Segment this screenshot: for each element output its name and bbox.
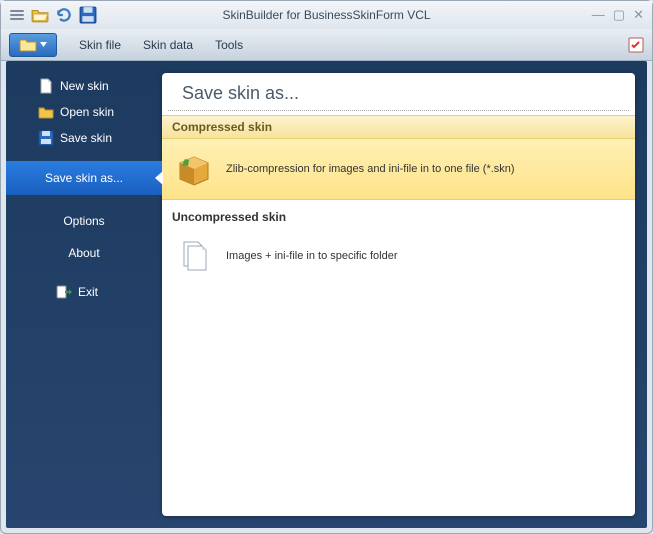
menu-bar: Skin file Skin data Tools bbox=[1, 29, 652, 61]
section-header-compressed: Compressed skin bbox=[162, 115, 635, 139]
sidebar-label: About bbox=[68, 246, 99, 260]
sidebar-label: Save skin as... bbox=[45, 171, 123, 185]
maximize-button[interactable]: ▢ bbox=[613, 7, 625, 23]
sidebar-label: Exit bbox=[78, 285, 98, 299]
option-description: Zlib-compression for images and ini-file… bbox=[226, 163, 515, 175]
sidebar-item-save-skin[interactable]: Save skin bbox=[6, 125, 162, 151]
sidebar-item-exit[interactable]: Exit bbox=[6, 279, 162, 305]
menu-tools[interactable]: Tools bbox=[215, 38, 243, 52]
option-uncompressed-skin[interactable]: Images + ini-file in to specific folder bbox=[162, 226, 635, 286]
sidebar-label: New skin bbox=[60, 79, 109, 93]
main-panel: Save skin as... Compressed skin Zlib-com… bbox=[162, 73, 635, 516]
sidebar-item-about[interactable]: About bbox=[6, 237, 162, 269]
save-icon[interactable] bbox=[79, 6, 97, 24]
sidebar-item-new-skin[interactable]: New skin bbox=[6, 73, 162, 99]
sidebar-label: Open skin bbox=[60, 105, 114, 119]
sidebar-item-save-skin-as[interactable]: Save skin as... bbox=[6, 161, 162, 195]
checklist-icon[interactable] bbox=[628, 37, 644, 53]
document-icon bbox=[38, 78, 54, 94]
refresh-icon[interactable] bbox=[55, 6, 73, 24]
option-description: Images + ini-file in to specific folder bbox=[226, 250, 398, 262]
option-compressed-skin[interactable]: Zlib-compression for images and ini-file… bbox=[162, 139, 635, 200]
close-button[interactable]: ✕ bbox=[633, 7, 644, 23]
sidebar-item-open-skin[interactable]: Open skin bbox=[6, 99, 162, 125]
save-small-icon bbox=[38, 130, 54, 146]
sidebar-item-options[interactable]: Options bbox=[6, 205, 162, 237]
folder-open-icon[interactable] bbox=[31, 6, 49, 24]
content-area: New skin Open skin Save skin Save skin a… bbox=[6, 61, 647, 528]
box-icon bbox=[174, 149, 214, 189]
hamburger-icon[interactable] bbox=[9, 7, 25, 23]
window-title: SkinBuilder for BusinessSkinForm VCL bbox=[1, 8, 652, 22]
sidebar: New skin Open skin Save skin Save skin a… bbox=[6, 61, 162, 528]
app-menu-button[interactable] bbox=[9, 33, 57, 57]
panel-title: Save skin as... bbox=[168, 73, 629, 111]
sidebar-label: Save skin bbox=[60, 131, 112, 145]
titlebar: SkinBuilder for BusinessSkinForm VCL — ▢… bbox=[1, 1, 652, 29]
documents-icon bbox=[174, 236, 214, 276]
menu-skin-file[interactable]: Skin file bbox=[79, 38, 121, 52]
section-header-uncompressed: Uncompressed skin bbox=[162, 204, 635, 226]
menu-skin-data[interactable]: Skin data bbox=[143, 38, 193, 52]
exit-icon bbox=[56, 284, 72, 300]
minimize-button[interactable]: — bbox=[592, 7, 605, 23]
folder-icon bbox=[38, 104, 54, 120]
sidebar-label: Options bbox=[63, 214, 104, 228]
chevron-down-icon bbox=[40, 41, 47, 48]
